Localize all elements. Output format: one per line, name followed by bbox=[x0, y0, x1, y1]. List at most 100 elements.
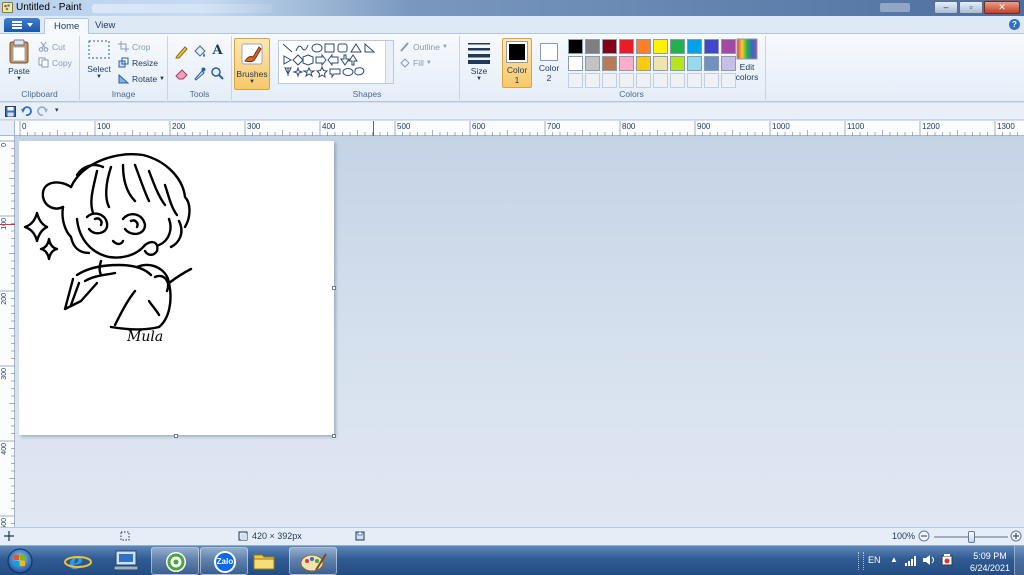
show-desktop-button[interactable] bbox=[1014, 546, 1024, 575]
palette-color-5[interactable] bbox=[636, 39, 651, 54]
color-1-button[interactable]: Color 1 bbox=[502, 38, 532, 88]
ruler-label: 400 bbox=[1, 443, 8, 455]
select-button[interactable]: Select ▼ bbox=[84, 38, 114, 80]
palette-color-4[interactable] bbox=[619, 39, 634, 54]
brushes-button[interactable]: Brushes ▼ bbox=[234, 38, 270, 90]
color-1-label: Color bbox=[506, 65, 528, 75]
resize-handle-bottom[interactable] bbox=[174, 434, 178, 438]
taskbar-paint[interactable] bbox=[289, 547, 337, 575]
palette-color-7[interactable] bbox=[670, 39, 685, 54]
palette-color-17[interactable] bbox=[670, 56, 685, 71]
palette-color-13[interactable] bbox=[602, 56, 617, 71]
paste-button[interactable]: Paste ▼ bbox=[4, 38, 34, 82]
color-1-number: 1 bbox=[514, 75, 520, 85]
taskbar-ie[interactable]: e bbox=[54, 547, 102, 575]
zoom-in-button[interactable] bbox=[1010, 530, 1022, 542]
taskbar-network[interactable] bbox=[102, 547, 150, 575]
palette-empty-slot[interactable] bbox=[670, 73, 685, 88]
resize-button[interactable]: Resize bbox=[118, 57, 158, 68]
clipboard-group: Paste ▼ Cut Copy Clipboard bbox=[0, 36, 80, 100]
customize-toolbar-icon[interactable]: ▾ bbox=[55, 106, 59, 114]
rotate-button[interactable]: Rotate ▼ bbox=[118, 73, 165, 84]
language-indicator[interactable]: EN bbox=[868, 555, 881, 565]
tab-home[interactable]: Home bbox=[44, 18, 90, 35]
size-button[interactable]: Size ▼ bbox=[464, 40, 494, 82]
clock[interactable]: 5:09 PM 6/24/2021 bbox=[970, 550, 1010, 574]
fill-icon[interactable] bbox=[192, 44, 207, 59]
palette-color-18[interactable] bbox=[687, 56, 702, 71]
chevron-up-icon[interactable]: ▲ bbox=[890, 555, 898, 564]
scissors-icon bbox=[38, 41, 49, 52]
maximize-button[interactable]: ▫ bbox=[959, 1, 983, 14]
zoom-out-button[interactable] bbox=[918, 530, 930, 542]
resize-handle-right[interactable] bbox=[332, 286, 336, 290]
pencil-icon[interactable] bbox=[174, 44, 189, 59]
fill-button[interactable]: Fill ▼ bbox=[399, 57, 432, 68]
text-icon[interactable]: A bbox=[210, 43, 225, 58]
volume-icon[interactable] bbox=[922, 554, 936, 566]
palette-color-8[interactable] bbox=[687, 39, 702, 54]
ruler-label: 800 bbox=[622, 122, 636, 131]
resize-icon bbox=[118, 57, 129, 68]
palette-empty-slot[interactable] bbox=[619, 73, 634, 88]
shapes-scrollbar[interactable] bbox=[385, 41, 393, 83]
color-2-button[interactable]: Color 2 bbox=[534, 38, 564, 88]
palette-color-3[interactable] bbox=[602, 39, 617, 54]
status-bar: 420 × 392px 100% bbox=[0, 527, 1024, 545]
redo-icon[interactable] bbox=[37, 106, 48, 117]
color-palette bbox=[568, 39, 736, 88]
zoom-slider-thumb[interactable] bbox=[967, 531, 975, 543]
ribbon: Paste ▼ Cut Copy Clipboard Select ▼ Crop… bbox=[0, 34, 1024, 102]
palette-color-15[interactable] bbox=[636, 56, 651, 71]
palette-empty-slot[interactable] bbox=[653, 73, 668, 88]
minimize-button[interactable]: – bbox=[934, 1, 958, 14]
palette-color-2[interactable] bbox=[585, 39, 600, 54]
tab-view[interactable]: View bbox=[86, 18, 124, 35]
menu-icon bbox=[12, 21, 22, 29]
palette-empty-slot[interactable] bbox=[568, 73, 583, 88]
close-button[interactable]: ✕ bbox=[984, 1, 1020, 14]
palette-empty-slot[interactable] bbox=[687, 73, 702, 88]
shapes-group-label: Shapes bbox=[352, 89, 382, 99]
palette-color-16[interactable] bbox=[653, 56, 668, 71]
palette-empty-slot[interactable] bbox=[602, 73, 617, 88]
zoom-slider[interactable] bbox=[934, 531, 1008, 543]
magnifier-icon[interactable] bbox=[210, 66, 225, 81]
copy-button[interactable]: Copy bbox=[38, 57, 72, 68]
palette-color-6[interactable] bbox=[653, 39, 668, 54]
palette-color-11[interactable] bbox=[568, 56, 583, 71]
palette-color-9[interactable] bbox=[704, 39, 719, 54]
resize-handle-corner[interactable] bbox=[332, 434, 336, 438]
help-button[interactable]: ? bbox=[1009, 19, 1020, 30]
palette-color-14[interactable] bbox=[619, 56, 634, 71]
taskbar: e Zalo EN ▲ 5:09 PM 6/24/2021 bbox=[0, 545, 1024, 575]
crop-button[interactable]: Crop bbox=[118, 41, 150, 52]
palette-color-1[interactable] bbox=[568, 39, 583, 54]
signal-icon[interactable] bbox=[904, 554, 918, 566]
outline-button[interactable]: Outline ▼ bbox=[399, 41, 448, 52]
palette-empty-slot[interactable] bbox=[704, 73, 719, 88]
signature-text: Mula bbox=[126, 329, 163, 345]
select-icon bbox=[88, 40, 110, 59]
taskbar-coccoc[interactable] bbox=[151, 547, 199, 575]
ie-icon: e bbox=[64, 549, 92, 575]
paint-menu-button[interactable] bbox=[4, 18, 40, 32]
taskbar-explorer[interactable] bbox=[240, 547, 288, 575]
drawing-canvas[interactable]: Mula bbox=[19, 141, 334, 435]
cut-button[interactable]: Cut bbox=[38, 41, 65, 52]
eraser-icon[interactable] bbox=[174, 66, 189, 81]
color-picker-icon[interactable] bbox=[192, 66, 207, 81]
save-icon[interactable] bbox=[5, 106, 16, 117]
title-bar[interactable]: Untitled - Paint – ▫ ✕ bbox=[0, 0, 1024, 16]
palette-color-19[interactable] bbox=[704, 56, 719, 71]
edit-colors-button[interactable]: Edit colors bbox=[732, 38, 762, 82]
shapes-gallery[interactable] bbox=[278, 40, 394, 84]
size-group: Size ▼ bbox=[460, 36, 498, 100]
paint-app-icon[interactable] bbox=[2, 2, 13, 13]
start-button[interactable] bbox=[3, 547, 37, 575]
palette-color-12[interactable] bbox=[585, 56, 600, 71]
battery-icon[interactable] bbox=[940, 553, 954, 567]
palette-empty-slot[interactable] bbox=[585, 73, 600, 88]
undo-icon[interactable] bbox=[21, 106, 32, 117]
palette-empty-slot[interactable] bbox=[636, 73, 651, 88]
